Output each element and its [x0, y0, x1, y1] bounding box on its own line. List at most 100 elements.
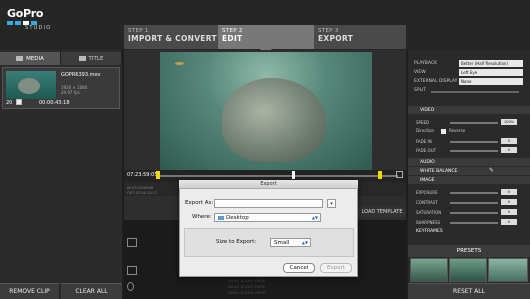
manatee-shape: [222, 78, 326, 162]
contrast-label: CONTRAST: [416, 200, 438, 205]
video-section-header[interactable]: VIDEO: [408, 106, 530, 114]
media-clip-item[interactable]: GOPR6393.mov 1920 × 1080 29.97 fps 20 00…: [2, 67, 120, 109]
fade-out-label: FADE OUT: [416, 148, 437, 153]
audio-drop-zone[interactable]: DRAG AUDIO HERE: [228, 291, 266, 295]
clip-thumbnail: [6, 71, 56, 99]
step-export[interactable]: STEP 3 EXPORT: [314, 25, 406, 49]
where-label: Where:: [192, 214, 212, 220]
fade-in-slider[interactable]: [450, 141, 498, 143]
where-select[interactable]: Desktop ▲▼: [214, 213, 321, 222]
speed-slider[interactable]: [450, 122, 498, 124]
export-as-label: Export As:: [185, 200, 214, 206]
export-button[interactable]: Export: [320, 263, 352, 273]
tab-title[interactable]: TITLE: [61, 52, 122, 65]
split-slider[interactable]: [431, 91, 519, 93]
clip-checkbox[interactable]: [16, 99, 22, 105]
presets-header: PRESETS: [408, 245, 530, 257]
scrub-bar[interactable]: [158, 175, 398, 177]
saturation-value[interactable]: 0: [501, 209, 517, 215]
audio-section-header[interactable]: AUDIO: [408, 158, 530, 166]
view-select[interactable]: Left Eye: [459, 69, 523, 76]
playback-label: PLAYBACK: [414, 61, 437, 66]
video-track-icon: [127, 238, 137, 247]
film-icon: [16, 56, 24, 61]
external-display-label: EXTERNAL DISPLAY: [414, 79, 458, 84]
in-timecode: IN 07:23:56:00: [127, 186, 154, 190]
video-preview[interactable]: [160, 52, 372, 170]
keyframes-label: KEYFRAMES: [416, 229, 443, 234]
step-import-convert[interactable]: STEP 1 IMPORT & CONVERT: [124, 25, 218, 49]
step-edit[interactable]: STEP 2 EDIT: [218, 25, 314, 49]
preset-thumbnail[interactable]: [488, 258, 528, 282]
media-tabs: MEDIA TITLE: [0, 52, 122, 65]
step-title: EXPORT: [318, 34, 354, 43]
external-display-select[interactable]: None: [459, 78, 523, 85]
size-value: Small: [274, 239, 290, 246]
contrast-value[interactable]: 0: [501, 199, 517, 205]
clip-index: 20: [6, 100, 13, 106]
out-point-handle[interactable]: [378, 171, 382, 179]
fade-in-value[interactable]: 0: [501, 138, 517, 144]
logo-word: GoPro: [7, 7, 44, 20]
white-balance-section-header[interactable]: WHITE BALANCE: [408, 167, 530, 175]
size-select[interactable]: Small ▲▼: [270, 238, 311, 247]
speed-value[interactable]: 100%: [501, 119, 517, 125]
preset-thumbnail[interactable]: [410, 258, 448, 282]
reverse-label: Reverse: [449, 128, 466, 133]
timecode-start: 07:23:59:05: [127, 172, 158, 178]
out-timecode: OUT 07:24:11:17: [127, 191, 157, 195]
audio-drop-zone[interactable]: DRAG AUDIO HERE: [228, 285, 266, 289]
load-template-button[interactable]: LOAD TEMPLATE: [358, 207, 406, 217]
reverse-checkbox[interactable]: [441, 129, 446, 134]
export-options-box: [184, 228, 354, 257]
saturation-label: SATURATION: [416, 210, 442, 215]
cancel-button[interactable]: Cancel: [283, 263, 315, 273]
playhead[interactable]: [292, 171, 295, 179]
fade-out-value[interactable]: 0: [501, 147, 517, 153]
split-label: SPLIT: [414, 88, 427, 93]
exposure-label: EXPOSURE: [416, 190, 438, 195]
fade-in-label: FADE IN: [416, 139, 432, 144]
reset-all-button[interactable]: RESET ALL: [408, 283, 530, 299]
view-label: VIEW: [414, 70, 426, 75]
image-section-header[interactable]: IMAGE: [408, 176, 530, 184]
step-title: EDIT: [222, 34, 243, 43]
fade-out-slider[interactable]: [450, 150, 498, 152]
sharpness-slider[interactable]: [450, 222, 498, 224]
chevron-updown-icon: ▲▼: [311, 215, 318, 220]
export-as-field[interactable]: [214, 199, 323, 208]
tab-title-label: TITLE: [88, 55, 104, 62]
title-track-icon: [127, 266, 137, 275]
size-to-export-label: Size to Export:: [216, 239, 257, 245]
where-value: Desktop: [226, 214, 249, 221]
exposure-slider[interactable]: [450, 192, 498, 194]
sharpness-label: SHARPNESS: [416, 220, 441, 225]
tab-media-label: MEDIA: [26, 55, 44, 62]
playback-select[interactable]: Better (Half Resolution): [459, 60, 523, 67]
microphone-icon: [127, 282, 134, 291]
fullscreen-icon[interactable]: [396, 171, 403, 178]
tab-media[interactable]: MEDIA: [0, 52, 61, 65]
step-title: IMPORT & CONVERT: [128, 34, 217, 43]
fish-shape: [175, 62, 184, 65]
clip-framerate: 29.97 fps: [61, 90, 80, 95]
title-icon: [78, 56, 86, 61]
clear-all-button[interactable]: CLEAR ALL: [61, 283, 122, 299]
remove-clip-button[interactable]: REMOVE CLIP: [0, 283, 60, 299]
preset-thumbnail[interactable]: [449, 258, 487, 282]
expand-button[interactable]: ▾: [327, 199, 336, 208]
speed-label: SPEED: [416, 120, 430, 125]
logo-sub: STUDIO: [25, 25, 52, 31]
audio-drop-zone[interactable]: DRAG AUDIO HERE: [228, 279, 266, 283]
folder-icon: [218, 215, 224, 220]
sharpness-value[interactable]: 0: [501, 219, 517, 225]
exposure-value[interactable]: 0: [501, 189, 517, 195]
clip-name: GOPR6393.mov: [61, 72, 101, 78]
eyedropper-icon[interactable]: ✎: [489, 167, 497, 174]
in-point-handle[interactable]: [156, 171, 160, 179]
gopro-studio-logo: GoPro STUDIO: [7, 7, 55, 33]
contrast-slider[interactable]: [450, 202, 498, 204]
dialog-title: Export: [179, 180, 358, 189]
direction-label: Direction: [416, 128, 435, 133]
saturation-slider[interactable]: [450, 212, 498, 214]
